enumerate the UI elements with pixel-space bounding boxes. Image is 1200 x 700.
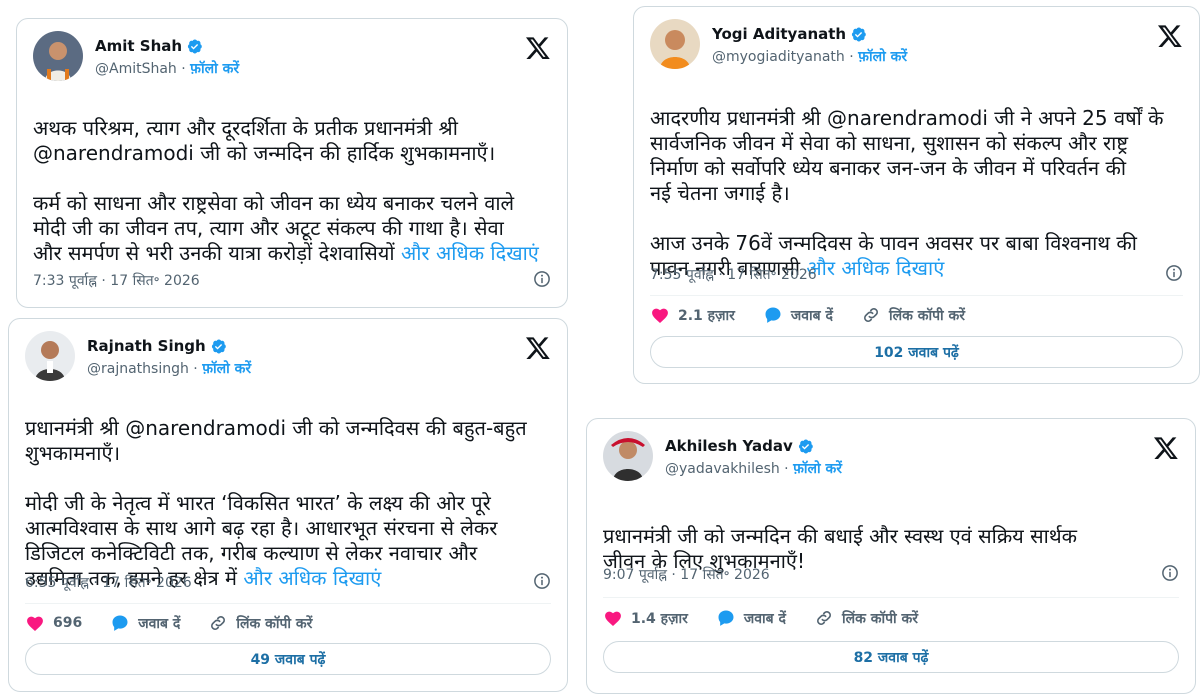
like-count: 2.1 हज़ार	[678, 307, 735, 324]
reply-label: जवाब दें	[138, 615, 181, 632]
copy-link-label: लिंक कॉपी करें	[841, 610, 919, 627]
reply-label: जवाब दें	[790, 307, 833, 324]
tweet-timestamp[interactable]: 7:55 पूर्वाह्न · 17 सित॰ 2026	[650, 265, 817, 284]
show-more-link[interactable]: और अधिक दिखाएं	[401, 241, 539, 265]
info-icon[interactable]	[1165, 264, 1183, 282]
tweet-text: आदरणीय प्रधानमंत्री श्री @narendramodi ज…	[650, 106, 1164, 280]
reply-button[interactable]: जवाब दें	[110, 613, 180, 633]
copy-link-button[interactable]: लिंक कॉपी करें	[208, 613, 312, 633]
reply-bubble-icon	[716, 608, 736, 628]
like-count: 696	[53, 615, 83, 631]
divider	[650, 295, 1183, 296]
amit-shah-avatar[interactable]	[33, 31, 83, 81]
copy-link-button[interactable]: लिंक कॉपी करें	[814, 608, 918, 628]
x-logo-icon[interactable]	[1157, 23, 1183, 49]
author-handle-row: @yadavakhilesh · फ़ॉलो करें	[665, 461, 842, 477]
akhilesh-yadav-avatar[interactable]	[603, 431, 653, 481]
tweet-timestamp[interactable]: 7:33 पूर्वाह्न · 17 सित॰ 2026	[33, 271, 200, 290]
author-name[interactable]: Yogi Adityanath	[712, 25, 867, 43]
follow-button[interactable]: फ़ॉलो करें	[202, 361, 251, 377]
follow-button[interactable]: फ़ॉलो करें	[858, 49, 907, 65]
follow-button[interactable]: फ़ॉलो करें	[190, 61, 239, 77]
info-icon[interactable]	[533, 572, 551, 590]
tweet-card-yogi-adityanath: Yogi Adityanath @myogiadityanath · फ़ॉलो…	[633, 6, 1200, 384]
reply-label: जवाब दें	[743, 610, 786, 627]
author-handle[interactable]: @myogiadityanath	[712, 49, 845, 65]
rajnath-singh-avatar[interactable]	[25, 331, 75, 381]
tweet-card-akhilesh-yadav: Akhilesh Yadav @yadavakhilesh · फ़ॉलो कर…	[586, 418, 1196, 694]
like-count: 1.4 हज़ार	[631, 610, 688, 627]
link-icon	[861, 305, 881, 325]
action-bar: 1.4 हज़ार जवाब दें लिंक कॉपी करें	[603, 606, 1179, 630]
action-bar: 2.1 हज़ार जवाब दें लिंक कॉपी करें	[650, 303, 1183, 327]
read-replies-button[interactable]: 49 जवाब पढ़ें	[25, 643, 551, 675]
author-handle[interactable]: @AmitShah	[95, 61, 177, 77]
reply-button[interactable]: जवाब दें	[716, 608, 786, 628]
heart-icon	[25, 613, 45, 633]
copy-link-label: लिंक कॉपी करें	[236, 615, 313, 632]
divider	[603, 597, 1179, 598]
like-button[interactable]: 1.4 हज़ार	[603, 608, 688, 628]
show-more-link[interactable]: और अधिक दिखाएं	[806, 256, 944, 280]
author-handle-row: @AmitShah · फ़ॉलो करें	[95, 61, 240, 77]
tweet-text: प्रधानमंत्री श्री @narendramodi जी को जन…	[25, 416, 527, 590]
x-logo-icon[interactable]	[525, 335, 551, 361]
x-logo-icon[interactable]	[1153, 435, 1179, 461]
show-more-link[interactable]: और अधिक दिखाएं	[243, 566, 381, 590]
author-handle-row: @rajnathsingh · फ़ॉलो करें	[87, 361, 252, 377]
reply-bubble-icon	[763, 305, 783, 325]
tweet-text: अथक परिश्रम, त्याग और दूरदर्शिता के प्रत…	[33, 116, 539, 265]
copy-link-label: लिंक कॉपी करें	[888, 307, 966, 324]
divider	[25, 603, 551, 604]
action-bar: 696 जवाब दें लिंक कॉपी करें	[25, 611, 551, 635]
reply-button[interactable]: जवाब दें	[763, 305, 833, 325]
yogi-adityanath-avatar[interactable]	[650, 19, 700, 69]
author-handle[interactable]: @yadavakhilesh	[665, 461, 780, 477]
verified-badge-icon	[186, 38, 203, 55]
tweet-timestamp[interactable]: 9:07 पूर्वाह्न · 17 सित॰ 2026	[603, 565, 770, 584]
tweet-timestamp[interactable]: 6:55 पूर्वाह्न · 17 सित॰ 2026	[25, 573, 192, 592]
link-icon	[814, 608, 834, 628]
verified-badge-icon	[210, 338, 227, 355]
reply-bubble-icon	[110, 613, 130, 633]
follow-button[interactable]: फ़ॉलो करें	[793, 461, 842, 477]
tweet-text: प्रधानमंत्री जी को जन्मदिन की बधाई और स्…	[603, 524, 1077, 573]
verified-badge-icon	[797, 438, 814, 455]
heart-icon	[650, 305, 670, 325]
heart-icon	[603, 608, 623, 628]
read-replies-button[interactable]: 102 जवाब पढ़ें	[650, 336, 1183, 368]
read-replies-button[interactable]: 82 जवाब पढ़ें	[603, 641, 1179, 673]
like-button[interactable]: 696	[25, 613, 82, 633]
info-icon[interactable]	[1161, 564, 1179, 582]
author-handle-row: @myogiadityanath · फ़ॉलो करें	[712, 49, 908, 65]
tweet-card-rajnath-singh: Rajnath Singh @rajnathsingh · फ़ॉलो करें…	[8, 318, 568, 692]
author-name[interactable]: Akhilesh Yadav	[665, 437, 814, 455]
link-icon	[208, 613, 228, 633]
like-button[interactable]: 2.1 हज़ार	[650, 305, 735, 325]
tweet-card-amit-shah: Amit Shah @AmitShah · फ़ॉलो करें अथक परि…	[16, 18, 568, 308]
x-logo-icon[interactable]	[525, 35, 551, 61]
author-handle[interactable]: @rajnathsingh	[87, 361, 189, 377]
author-name[interactable]: Amit Shah	[95, 37, 203, 55]
info-icon[interactable]	[533, 270, 551, 288]
author-name[interactable]: Rajnath Singh	[87, 337, 227, 355]
copy-link-button[interactable]: लिंक कॉपी करें	[861, 305, 965, 325]
verified-badge-icon	[850, 26, 867, 43]
